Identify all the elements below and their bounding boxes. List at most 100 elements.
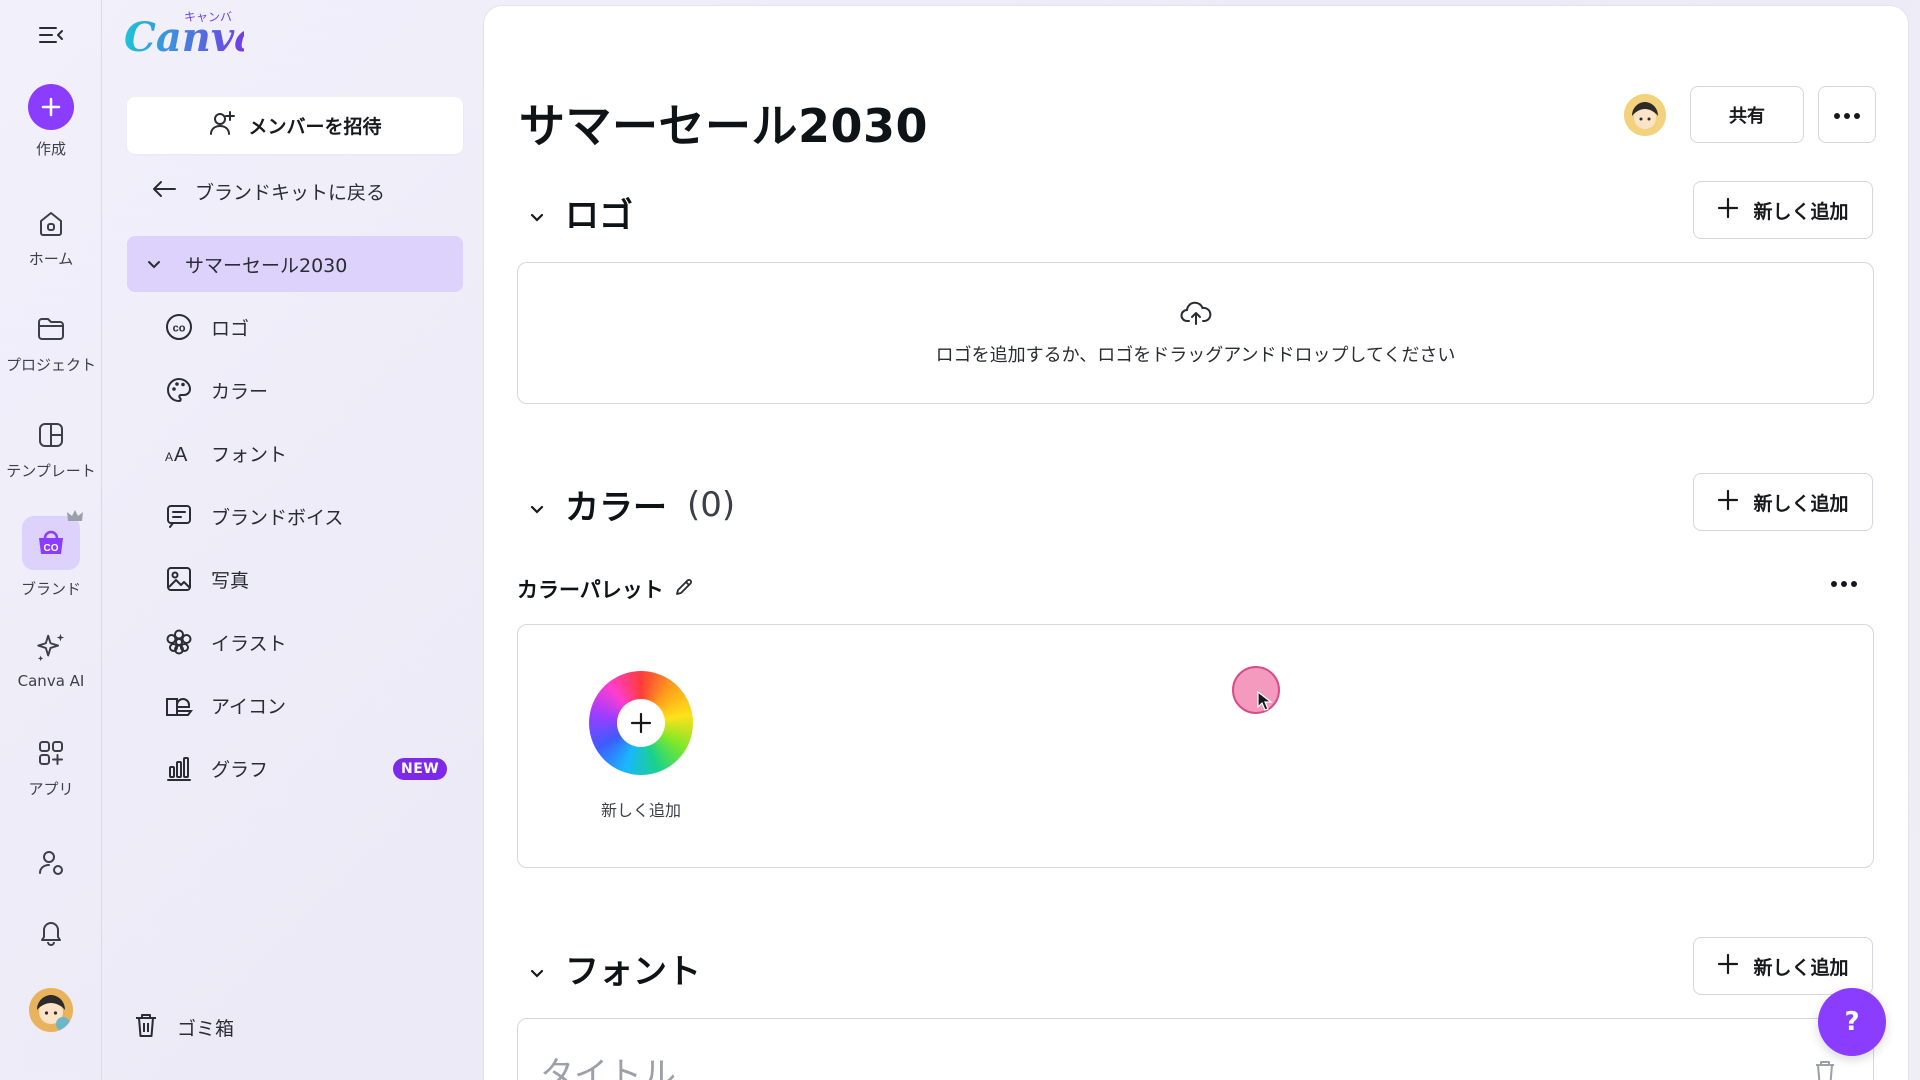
image-icon — [163, 563, 195, 595]
brand-kit-item-selected[interactable]: サマーセール2030 — [127, 236, 463, 292]
add-color-swatch[interactable] — [589, 671, 693, 775]
menu-collapse-icon — [34, 18, 68, 52]
chevron-down-icon — [529, 949, 545, 989]
svg-text:キャンバ: キャンバ — [184, 10, 232, 24]
brand-kit-name: サマーセール2030 — [185, 254, 348, 277]
nav-item-label: ロゴ — [211, 317, 250, 340]
rail-account-button[interactable] — [0, 988, 102, 1032]
nav-item-label: グラフ — [211, 758, 269, 781]
rail-notifications-button[interactable] — [0, 914, 102, 948]
collaborator-avatar[interactable] — [1624, 94, 1666, 136]
font-title-placeholder: タイトル — [540, 1055, 676, 1080]
home-icon — [34, 206, 68, 240]
nav-item-label: 写真 — [211, 569, 250, 592]
rail-create-label: 作成 — [35, 140, 66, 158]
svg-text:CO: CO — [44, 543, 59, 554]
rail-brand[interactable]: CO ブランド — [0, 510, 102, 599]
share-label: 共有 — [1729, 105, 1765, 127]
bell-icon — [34, 914, 68, 948]
chevron-down-icon — [529, 485, 545, 525]
nav-item-charts[interactable]: グラフ — [163, 751, 268, 785]
canva-logo[interactable]: Canva キャンバ — [124, 6, 260, 62]
add-user-icon — [208, 109, 236, 142]
pencil-icon[interactable] — [674, 577, 694, 602]
nav-item-icons[interactable]: アイコン — [163, 688, 286, 722]
nav-item-logo[interactable]: co ロゴ — [163, 310, 249, 344]
avatar — [29, 988, 73, 1032]
invite-members-button[interactable]: メンバーを招待 — [127, 97, 463, 154]
nav-item-label: イラスト — [211, 632, 287, 655]
logo-dropzone[interactable]: ロゴを追加するか、ロゴをドラッグアンドドロップしてください — [517, 262, 1874, 404]
nav-item-color[interactable]: カラー — [163, 373, 268, 407]
apps-icon — [34, 736, 68, 770]
cloud-upload-icon — [1180, 300, 1212, 331]
flower-icon — [163, 626, 195, 658]
nav-item-brand-voice[interactable]: ブランドボイス — [163, 499, 343, 533]
back-link-label: ブランドキットに戻る — [195, 182, 386, 204]
chevron-down-icon — [529, 193, 545, 233]
color-palette-label[interactable]: カラーパレット — [517, 574, 694, 604]
trash-link[interactable]: ゴミ箱 — [133, 1011, 234, 1044]
logo-icon: co — [163, 311, 195, 343]
trash-icon — [133, 1011, 159, 1044]
more-horizontal-icon — [1830, 574, 1858, 593]
back-to-brand-kits-link[interactable]: ブランドキットに戻る — [151, 178, 385, 205]
color-section-title: カラー — [565, 488, 667, 528]
nav-item-label: フォント — [211, 443, 288, 466]
color-section-header[interactable]: カラー (0) — [529, 480, 735, 529]
plus-icon — [1717, 489, 1739, 516]
plus-icon — [1717, 953, 1739, 980]
nav-item-photos[interactable]: 写真 — [163, 562, 249, 596]
trash-icon[interactable] — [1813, 1059, 1837, 1080]
font-icon: AA — [163, 437, 195, 469]
color-palette-area: 新しく追加 — [517, 624, 1874, 868]
font-title-row[interactable]: タイトル — [517, 1018, 1874, 1080]
rail-canva-ai[interactable]: Canva AI — [0, 630, 102, 690]
more-horizontal-icon — [1833, 104, 1861, 125]
color-count: (0) — [687, 484, 736, 525]
rail-templates[interactable]: テンプレート — [0, 418, 102, 481]
nav-item-font[interactable]: AA フォント — [163, 436, 287, 470]
palette-more-button[interactable] — [1830, 574, 1858, 593]
rail-projects-label: プロジェクト — [5, 356, 96, 374]
mouse-cursor-highlight — [1232, 666, 1280, 714]
nav-item-illustrations[interactable]: イラスト — [163, 625, 287, 659]
rail-apps-label: アプリ — [28, 780, 74, 798]
rail-people-button[interactable] — [0, 846, 102, 880]
plus-icon — [28, 84, 74, 130]
share-button[interactable]: 共有 — [1690, 86, 1804, 143]
logo-section-title: ロゴ — [565, 196, 633, 236]
rail-projects[interactable]: プロジェクト — [0, 312, 102, 375]
font-section-title: フォント — [565, 952, 701, 992]
add-color-swatch-label: 新しく追加 — [600, 801, 681, 820]
trash-label: ゴミ箱 — [177, 1018, 235, 1040]
add-font-button[interactable]: 新しく追加 — [1693, 937, 1873, 995]
add-color-button[interactable]: 新しく追加 — [1693, 473, 1873, 531]
rail-create-button[interactable]: 作成 — [0, 84, 102, 159]
templates-icon — [34, 418, 68, 452]
collapse-menu-button[interactable] — [0, 18, 102, 52]
font-section-header[interactable]: フォント — [529, 944, 701, 993]
message-icon — [163, 500, 195, 532]
svg-text:A: A — [165, 450, 173, 464]
more-options-button[interactable] — [1818, 86, 1876, 143]
main-content: サマーセール2030 共有 ロゴ 新しく追加 ロゴを追加するか、ロゴをドラッグア… — [484, 6, 1908, 1080]
invite-members-label: メンバーを招待 — [248, 116, 382, 138]
plus-icon — [617, 699, 665, 747]
shapes-icon — [163, 689, 195, 721]
nav-item-label: カラー — [211, 380, 269, 403]
new-badge: NEW — [393, 758, 448, 780]
arrow-left-icon — [151, 179, 177, 204]
dropzone-text: ロゴを追加するか、ロゴをドラッグアンドドロップしてください — [935, 344, 1456, 366]
nav-item-label: アイコン — [211, 695, 287, 718]
palette-name: カラーパレット — [517, 578, 664, 602]
add-logo-button[interactable]: 新しく追加 — [1693, 181, 1873, 239]
rail-home[interactable]: ホーム — [0, 206, 102, 269]
folder-icon — [34, 312, 68, 346]
logo-section-header[interactable]: ロゴ — [529, 188, 633, 237]
rail-apps[interactable]: アプリ — [0, 736, 102, 799]
brand-kit-panel: Canva キャンバ メンバーを招待 ブランドキットに戻る サマーセール2030… — [103, 0, 483, 1080]
help-button[interactable]: ? — [1818, 988, 1886, 1056]
rail-templates-label: テンプレート — [6, 462, 96, 480]
user-settings-icon — [34, 846, 68, 880]
